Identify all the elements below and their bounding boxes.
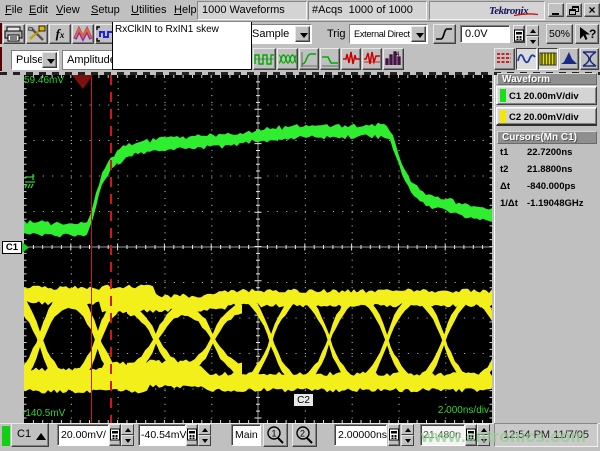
svg-text:2: 2	[300, 429, 305, 439]
svg-text:1: 1	[272, 429, 277, 439]
svg-text:?: ?	[589, 27, 596, 41]
